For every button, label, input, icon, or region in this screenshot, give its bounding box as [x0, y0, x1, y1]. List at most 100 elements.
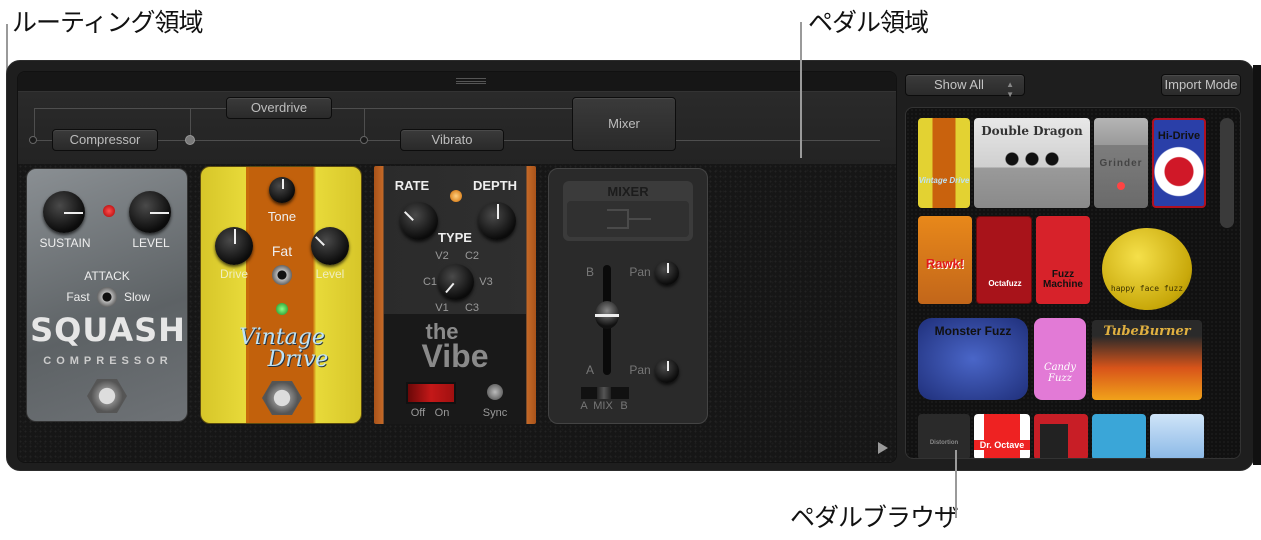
thumb-rawk[interactable]: Rawk!	[918, 216, 972, 304]
routing-split-node[interactable]	[185, 135, 195, 145]
type-v3: V3	[479, 276, 493, 288]
routing-button-compressor[interactable]: Compressor	[52, 129, 158, 151]
mix-b-label: B	[620, 400, 628, 412]
pedal-browser: Vintage Drive Double Dragon Grinder Hi-D…	[905, 107, 1241, 459]
depth-knob[interactable]	[478, 202, 516, 240]
thumb-grinder[interactable]: Grinder	[1094, 118, 1148, 208]
sync-label: Sync	[482, 407, 508, 419]
squash-title: SQUASH	[30, 311, 186, 349]
pedal-mixer[interactable]: MIXER B Pan A Pan A MIX B	[548, 168, 708, 424]
type-c2: C2	[464, 250, 480, 262]
tone-knob[interactable]	[269, 177, 295, 203]
level-label: LEVEL	[132, 236, 170, 250]
routing-merge-node[interactable]	[360, 136, 368, 144]
pedal-the-vibe[interactable]: RATE DEPTH TYPE V2 C2 C1 V3 V1 C3 the Vi…	[374, 166, 536, 424]
attack-label: ATTACK	[84, 269, 130, 283]
vibe-title-2: Vibe	[421, 338, 489, 374]
grip-icon[interactable]	[456, 78, 486, 84]
on-off-switch[interactable]	[406, 382, 456, 404]
thumb-distortion[interactable]: Distortion	[918, 414, 970, 458]
squash-subtitle: COMPRESSOR	[43, 355, 173, 367]
callout-line-pedal-browser	[955, 450, 957, 518]
mixer-a-label: A	[585, 363, 594, 377]
grinder-led	[1117, 182, 1125, 190]
drive-knob[interactable]	[215, 227, 253, 265]
double-dragon-knobs	[1004, 152, 1060, 166]
thumb-tubeburner[interactable]: TubeBurner	[1092, 320, 1202, 400]
sustain-knob[interactable]	[43, 191, 85, 233]
sync-button[interactable]	[487, 384, 503, 400]
ab-mix-switch[interactable]	[581, 387, 629, 399]
type-c3: C3	[464, 302, 480, 314]
thumb-hi-drive[interactable]: Hi-Drive	[1152, 118, 1206, 208]
squash-footswitch[interactable]	[87, 379, 127, 413]
attack-toggle[interactable]	[97, 287, 117, 307]
callout-routing-area: ルーティング領域	[12, 8, 204, 37]
routing-area: Compressor Overdrive Vibrato Mixer	[18, 92, 896, 164]
mixer-header: MIXER	[563, 181, 693, 241]
resize-handle-bar[interactable]	[18, 72, 896, 92]
pan-knob-top[interactable]	[655, 261, 679, 285]
depth-label: DEPTH	[472, 178, 518, 193]
thumb-happy-face-fuzz[interactable]: happy face fuzz	[1102, 228, 1192, 310]
updown-chevron-icon: ▲ ▼	[1006, 80, 1014, 99]
thumb-spin-box[interactable]	[1034, 414, 1088, 458]
filter-select[interactable]: Show All ▲ ▼	[905, 74, 1025, 99]
thumb-candy-fuzz[interactable]: Candy Fuzz	[1034, 318, 1086, 400]
import-mode-button[interactable]: Import Mode	[1161, 74, 1241, 96]
fat-toggle[interactable]	[272, 265, 292, 285]
routing-button-mixer[interactable]: Mixer	[572, 97, 676, 151]
vintage-drive-title-2: Drive	[267, 347, 329, 372]
thumb-fuzz-machine[interactable]: Fuzz Machine	[1036, 216, 1090, 304]
off-label: Off	[410, 407, 426, 419]
on-label: On	[434, 407, 450, 419]
routing-input-node[interactable]	[29, 136, 37, 144]
spin-box-grille	[1040, 424, 1068, 458]
pedalboard-panel: Compressor Overdrive Vibrato Mixer SUSTA…	[17, 71, 897, 463]
pedalboard-window: Compressor Overdrive Vibrato Mixer SUSTA…	[6, 60, 1261, 471]
slow-label: Slow	[123, 290, 150, 304]
callout-pedal-area: ペダル領域	[808, 8, 929, 37]
vintage-drive-footswitch[interactable]	[262, 381, 302, 415]
thumb-flanger[interactable]	[1150, 414, 1204, 458]
level-label-vd: Level	[315, 267, 345, 281]
browser-scrollbar[interactable]	[1220, 118, 1234, 228]
type-knob[interactable]	[438, 264, 474, 300]
mixer-pan-top-label: Pan	[629, 265, 651, 279]
type-label: TYPE	[438, 230, 472, 245]
mix-label: MIX	[593, 400, 613, 412]
sustain-label: SUSTAIN	[39, 236, 91, 250]
mixer-routing-icon	[567, 201, 689, 237]
type-v2: V2	[435, 250, 449, 262]
mix-fader-handle[interactable]	[595, 301, 619, 329]
callout-line-pedal-area	[800, 22, 802, 158]
rate-label: RATE	[394, 178, 430, 193]
routing-button-vibrato[interactable]: Vibrato	[400, 129, 504, 151]
pedal-browser-panel: Show All ▲ ▼ Import Mode Vintage Drive Do…	[905, 71, 1245, 463]
pedal-area: SUSTAIN LEVEL ATTACK Fast Slow SQUASH CO…	[18, 164, 896, 462]
scroll-right-arrow-icon[interactable]	[878, 442, 888, 454]
pedal-vintage-drive[interactable]: Tone Fat Drive Level Vintage Drive	[200, 166, 362, 424]
thumb-octafuzz[interactable]: Octafuzz	[976, 216, 1032, 304]
mixer-pan-bottom-label: Pan	[629, 363, 651, 377]
mixer-b-label: B	[585, 265, 594, 279]
level-knob-vd[interactable]	[311, 227, 349, 265]
type-v1: V1	[435, 302, 449, 314]
routing-button-overdrive[interactable]: Overdrive	[226, 97, 332, 119]
callout-pedal-browser: ペダルブラウザ	[790, 503, 959, 532]
fat-label: Fat	[271, 243, 293, 259]
thumb-monster-fuzz[interactable]: Monster Fuzz	[918, 318, 1028, 400]
thumb-double-dragon[interactable]: Double Dragon	[974, 118, 1090, 208]
thumb-vintage-drive[interactable]: Vintage Drive	[918, 118, 970, 208]
vibe-led	[450, 190, 462, 202]
level-knob[interactable]	[129, 191, 171, 233]
squash-led	[103, 205, 115, 217]
thumb-chorus[interactable]	[1092, 414, 1146, 458]
mix-a-label: A	[580, 400, 588, 412]
pan-knob-bottom[interactable]	[655, 359, 679, 383]
vintage-drive-led	[276, 303, 288, 315]
thumb-dr-octave[interactable]: Dr. Octave	[974, 414, 1030, 458]
pedal-squash-compressor[interactable]: SUSTAIN LEVEL ATTACK Fast Slow SQUASH CO…	[26, 168, 188, 422]
fast-label: Fast	[66, 290, 90, 304]
type-c1: C1	[422, 276, 438, 288]
